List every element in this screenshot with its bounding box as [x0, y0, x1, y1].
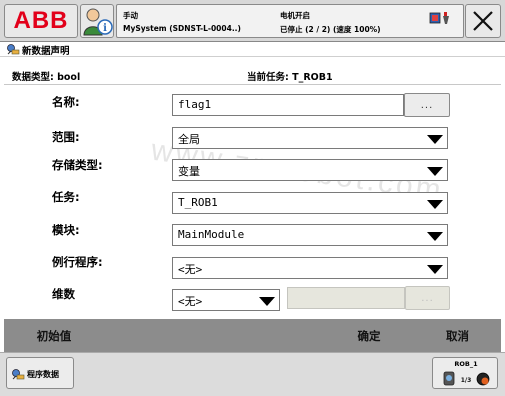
divider — [4, 84, 501, 85]
initial-value-button[interactable]: 初始值 — [4, 319, 104, 352]
status-panel[interactable]: 手动 MySystem (SDNST-L-0004..) 电机开启 已停止 (2… — [116, 4, 464, 38]
abb-menu-button[interactable]: ABB — [4, 4, 78, 38]
scope-select[interactable]: 全局 — [172, 127, 448, 149]
system-name: MySystem (SDNST-L-0004..) — [123, 24, 241, 33]
top-bar: ABB i 手动 MySystem (SDNST-L-0004..) 电机开启 … — [0, 0, 505, 42]
dimensions-label: 维数 — [52, 287, 75, 301]
dimensions-size-input — [287, 287, 405, 309]
svg-text:i: i — [103, 23, 107, 34]
taskbar-program-data-button[interactable]: 程序数据 — [6, 357, 74, 389]
module-value: MainModule — [178, 228, 245, 241]
command-bar: 初始值 确定 取消 — [4, 319, 501, 352]
routine-label: 例行程序: — [52, 255, 103, 269]
current-task-label: 当前任务: T_ROB1 — [247, 72, 333, 83]
chevron-down-icon — [427, 265, 443, 274]
quickset-button[interactable]: ROB_1 1/3 — [432, 357, 498, 389]
chevron-down-icon — [427, 135, 443, 144]
data-type-label: 数据类型: bool — [12, 72, 81, 83]
dimensions-edit-button: ... — [405, 286, 450, 310]
operating-mode: 手动 — [123, 11, 138, 20]
data-declaration-icon — [7, 44, 20, 55]
ok-button[interactable]: 确定 — [324, 319, 414, 352]
name-label: 名称: — [52, 95, 80, 109]
motor-state: 电机开启 — [280, 11, 310, 20]
module-select[interactable]: MainModule — [172, 224, 448, 246]
user-info-icon: i — [83, 8, 113, 36]
storage-type-value: 变量 — [178, 165, 200, 178]
quickset-label: ROB_1 — [454, 360, 478, 368]
abb-logo: ABB — [13, 7, 69, 34]
routine-value: <无> — [178, 263, 203, 276]
program-data-icon — [12, 369, 25, 380]
name-field[interactable]: flag1 — [172, 94, 404, 116]
task-label: 任务: — [52, 190, 80, 204]
dimensions-select[interactable]: <无> — [172, 289, 280, 311]
taskbar: 程序数据 ROB_1 1/3 — [0, 352, 505, 396]
storage-type-label: 存储类型: — [52, 158, 103, 172]
chevron-down-icon — [427, 167, 443, 176]
program-state: 已停止 (2 / 2) (速度 100%) — [280, 25, 381, 34]
scope-label: 范围: — [52, 130, 80, 144]
cancel-button[interactable]: 取消 — [414, 319, 501, 352]
task-select[interactable]: T_ROB1 — [172, 192, 448, 214]
module-label: 模块: — [52, 223, 80, 237]
quickset-sub: 1/3 — [461, 377, 472, 384]
routine-select[interactable]: <无> — [172, 257, 448, 279]
window-title-bar: 新数据声明 — [0, 42, 505, 57]
status-icons — [429, 12, 449, 24]
dimensions-value: <无> — [178, 295, 203, 308]
user-info-button[interactable]: i — [80, 4, 114, 38]
name-value: flag1 — [178, 98, 212, 111]
chevron-down-icon — [427, 200, 443, 209]
task-value: T_ROB1 — [178, 196, 218, 209]
close-button[interactable] — [465, 4, 501, 38]
quickset-icons: 1/3 — [443, 371, 490, 386]
name-edit-button[interactable]: ... — [404, 93, 450, 117]
storage-type-select[interactable]: 变量 — [172, 159, 448, 181]
close-icon — [473, 11, 493, 31]
window-title: 新数据声明 — [22, 46, 70, 57]
taskbar-program-data-label: 程序数据 — [27, 370, 59, 379]
chevron-down-icon — [427, 232, 443, 241]
chevron-down-icon — [259, 297, 275, 306]
scope-value: 全局 — [178, 133, 200, 146]
